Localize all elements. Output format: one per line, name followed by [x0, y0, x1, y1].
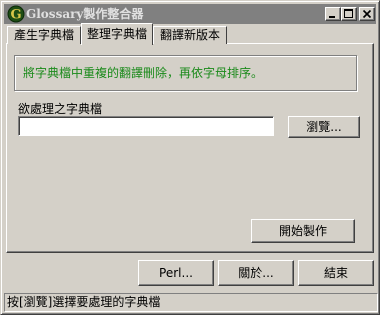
title-bar[interactable]: G Glossary製作整合器 [4, 4, 376, 24]
info-message: 將字典檔中重複的翻譯刪除，再依字母排序。 [14, 55, 357, 91]
minimize-icon [329, 16, 335, 18]
main-window: G Glossary製作整合器 產生字典檔 整理字典檔 翻譯新版本 將字典檔中重… [0, 0, 380, 315]
browse-button[interactable]: 瀏覽... [288, 116, 360, 138]
app-icon-letter: G [10, 8, 21, 23]
close-button[interactable] [359, 7, 375, 21]
window-title: Glossary製作整合器 [26, 7, 144, 21]
perl-button[interactable]: Perl... [138, 260, 214, 286]
dictionary-file-label: 欲處理之字典檔 [18, 102, 103, 116]
start-button[interactable]: 開始製作 [251, 219, 355, 243]
maximize-button[interactable] [341, 7, 357, 21]
tab-translate[interactable]: 翻譯新版本 [153, 26, 227, 44]
about-button[interactable]: 關於... [218, 260, 294, 286]
dictionary-path-input[interactable] [18, 116, 274, 136]
close-icon [362, 9, 372, 19]
exit-button[interactable]: 結束 [298, 260, 374, 286]
tab-generate[interactable]: 產生字典檔 [7, 26, 81, 44]
maximize-icon [344, 9, 353, 18]
tab-organize[interactable]: 整理字典檔 [81, 23, 153, 45]
minimize-button[interactable] [325, 7, 341, 21]
app-icon[interactable]: G [7, 5, 25, 23]
status-bar: 按[瀏覽]選擇要處理的字典檔 [4, 293, 378, 312]
